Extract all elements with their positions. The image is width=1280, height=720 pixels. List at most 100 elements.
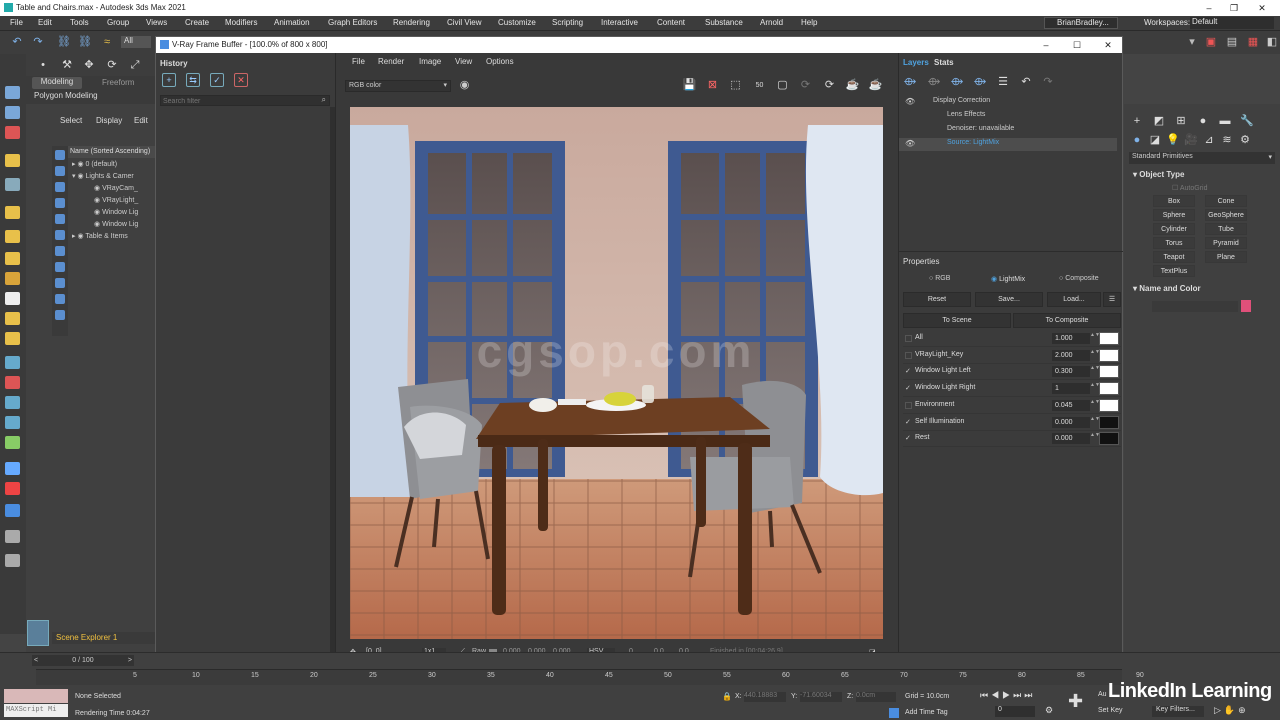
layer-visibility-icon[interactable]: 👁 [905, 97, 915, 106]
filter-icon[interactable] [55, 278, 65, 288]
lightmix-value-field[interactable]: 0.000 [1052, 416, 1090, 428]
layer-source-lightmix[interactable]: Source: LightMix [935, 139, 999, 152]
tree-item[interactable]: ◉ VRayLight_ [94, 196, 138, 204]
spinner-icon[interactable]: ▲▼ [1090, 433, 1100, 444]
history-search-input[interactable] [161, 97, 311, 106]
torus-button[interactable]: Torus [1153, 237, 1195, 249]
vfb-menu-image[interactable]: Image [419, 57, 441, 66]
cone-icon[interactable] [5, 292, 20, 305]
light-bulb-icon[interactable] [5, 332, 20, 345]
tree-item[interactable]: ◉ VRayCam_ [94, 184, 138, 192]
hierarchy-icon[interactable] [5, 126, 20, 139]
menu-item[interactable]: Scripting [552, 18, 583, 27]
menu-item[interactable]: Interactive [601, 18, 638, 27]
particle-icon[interactable] [5, 436, 20, 449]
vray-icon[interactable] [5, 504, 20, 517]
tree-item[interactable]: ▾ ◉ Lights & Camer [72, 172, 134, 180]
spinner-icon[interactable]: ▲▼ [1090, 366, 1100, 377]
menu-item[interactable]: Arnold [760, 18, 783, 27]
cameras-tab-icon[interactable]: 🎥 [1184, 133, 1198, 147]
compare-5050-icon[interactable]: 50 [751, 77, 768, 94]
geosphere-button[interactable]: GeoSphere [1205, 209, 1247, 221]
pyramid-button[interactable]: Pyramid [1205, 237, 1247, 249]
menu-item[interactable]: Help [801, 18, 817, 27]
interactive-render-icon[interactable]: ⟳ [821, 77, 838, 94]
layer-list-icon[interactable]: ☰ [996, 75, 1010, 89]
utility-icon[interactable] [5, 530, 20, 543]
time-slider[interactable]: < 0 / 100 > [32, 655, 134, 666]
cameras-icon[interactable] [5, 178, 20, 191]
menu-item[interactable]: Tools [70, 18, 89, 27]
lightmix-checkbox[interactable]: ✓ [905, 435, 912, 442]
light-color-swatch[interactable] [1099, 365, 1119, 379]
utilities-tab-icon[interactable]: 🔧 [1240, 114, 1254, 128]
textplus-button[interactable]: TextPlus [1153, 265, 1195, 277]
menu-item[interactable]: Views [146, 18, 167, 27]
undo-icon[interactable]: ↶ [10, 35, 24, 49]
selection-filter-select[interactable]: All [121, 36, 151, 48]
lightmix-value-field[interactable]: 0.300 [1052, 366, 1090, 378]
menu-item[interactable]: Customize [498, 18, 536, 27]
redo-layer-icon[interactable]: ↷ [1041, 75, 1055, 89]
explorer-tab-display[interactable]: Display [96, 116, 122, 125]
set-key-button[interactable]: Set Key [1098, 707, 1123, 714]
vfb-menu-render[interactable]: Render [378, 57, 404, 66]
maxscript-listener[interactable] [4, 689, 68, 703]
user-account-button[interactable]: BrianBradley... [1044, 17, 1118, 29]
region-render-icon[interactable]: ⬚ [727, 77, 744, 94]
light-color-swatch[interactable] [1099, 332, 1119, 345]
z-coordinate-field[interactable]: 0.0cm [856, 692, 896, 702]
load-history-icon[interactable]: ✓ [210, 73, 224, 87]
motion-tab-icon[interactable]: ● [1196, 114, 1210, 128]
light-color-swatch[interactable] [1099, 398, 1119, 412]
render-last-icon[interactable]: ☕ [867, 77, 884, 94]
lightmix-value-field[interactable]: 2.000 [1052, 349, 1090, 361]
toggle-ribbon-icon[interactable]: ▤ [1225, 35, 1239, 49]
load-button[interactable]: Load... [1047, 292, 1101, 307]
helpers-tab-icon[interactable]: ⊿ [1202, 133, 1216, 147]
rendered-image[interactable]: cgsop.com [350, 107, 883, 639]
menu-item[interactable]: Graph Editors [328, 18, 377, 27]
cylinder-button[interactable]: Cylinder [1153, 223, 1195, 235]
lightmix-checkbox[interactable] [905, 351, 912, 359]
close-icon[interactable]: ✕ [1256, 2, 1268, 14]
rotate-icon[interactable]: ⟳ [105, 58, 119, 72]
explorer-tab-select[interactable]: Select [60, 116, 82, 125]
set-key-icon[interactable]: ✚ [1068, 691, 1083, 712]
cone-button[interactable]: Cone [1205, 195, 1247, 207]
create-tab-icon[interactable]: + [1130, 114, 1144, 128]
vfb-maximize-icon[interactable]: ☐ [1071, 39, 1083, 51]
x-coordinate-field[interactable]: 440.18883 [744, 692, 786, 702]
load-layers-icon[interactable]: ⟴ [973, 75, 987, 89]
lightmix-checkbox[interactable]: ✓ [905, 419, 912, 426]
systems-tab-icon[interactable]: ⚙ [1238, 133, 1252, 147]
layer-lens-effects[interactable]: Lens Effects [935, 111, 985, 124]
light-color-swatch[interactable] [1099, 432, 1119, 446]
layer-display-correction[interactable]: Display Correction [921, 97, 990, 110]
menu-item[interactable]: Rendering [393, 18, 430, 27]
filter-icon[interactable] [55, 230, 65, 240]
next-frame-icon[interactable]: > [128, 655, 132, 666]
render-region-icon[interactable]: ▢ [774, 77, 791, 94]
filter-icon[interactable] [55, 198, 65, 208]
channel-select[interactable]: RGB color ▾ [345, 80, 451, 92]
lightmix-value-field[interactable]: 0.000 [1052, 433, 1090, 445]
autogrid-checkbox[interactable]: ☐ AutoGrid [1172, 184, 1207, 192]
lock-selection-icon[interactable]: 🔒 [722, 692, 732, 701]
tree-item[interactable]: ◉ Window Lig [94, 220, 138, 228]
primitives-select[interactable]: Standard Primitives ▾ [1129, 152, 1275, 164]
current-frame-field[interactable]: 0 [995, 706, 1035, 717]
lightmix-checkbox[interactable] [905, 335, 912, 342]
lightmix-checkbox[interactable]: ✓ [905, 368, 912, 375]
bone-icon[interactable] [5, 396, 20, 409]
menu-item[interactable]: Civil View [447, 18, 482, 27]
vfb-menu-file[interactable]: File [352, 57, 365, 66]
link-icon[interactable]: ⛓ [57, 35, 71, 49]
menu-item[interactable]: Create [185, 18, 209, 27]
filter-icon[interactable] [55, 310, 65, 320]
geometry-icon[interactable]: ● [1130, 133, 1144, 147]
save-button[interactable]: Save... [975, 292, 1043, 307]
helper-icon[interactable] [5, 376, 20, 389]
create-icon[interactable] [5, 86, 20, 99]
lightmix-menu-icon[interactable]: ☰ [1103, 292, 1121, 307]
